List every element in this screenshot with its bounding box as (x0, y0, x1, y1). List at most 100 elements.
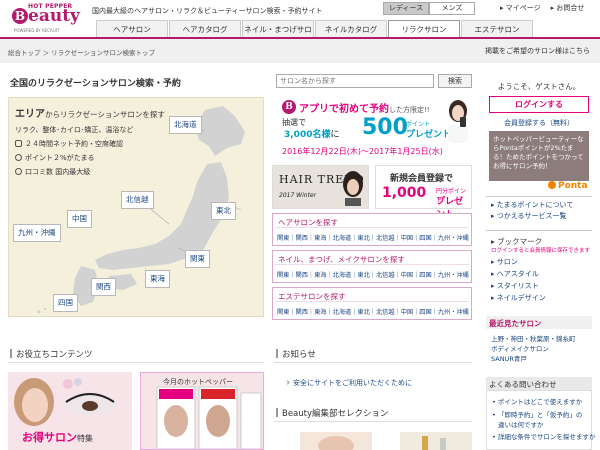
recent-salon-1[interactable]: ボディメイクサロン (491, 343, 549, 353)
otoku-salon-label: お得サロン特集 (22, 431, 93, 444)
nav-tab-hair[interactable]: ヘアサロン (96, 20, 168, 38)
divider (486, 196, 592, 197)
region-tohoku[interactable]: 東北 (211, 202, 236, 220)
faq-item[interactable]: • 詳細な条件でサロンを探せますか (492, 431, 595, 441)
region-chugoku[interactable]: 中国 (67, 210, 92, 228)
feature-points: ポイント２%がたまる (15, 153, 94, 163)
divider (275, 227, 469, 228)
utility-links: ▸ マイページ ▸ お問合せ (500, 3, 584, 13)
bookmark-note: ログインすると会員情報に保存できます (491, 248, 591, 254)
app-promo-banner[interactable]: B アプリで初めて予約した方限定!! 抽選で 3,000名様に 500 ポイント… (272, 97, 472, 161)
divider (8, 362, 264, 363)
nav-tab-relax[interactable]: リラクサロン (388, 20, 460, 38)
hair-model-icon (343, 171, 363, 206)
nav-tab-hair-catalog[interactable]: ヘアカタログ (169, 20, 241, 38)
nail-salon-search-box: ネイル、まつげ、メイクサロンを探す 関東｜関西｜東海｜北海道｜東北｜北信越｜中国… (272, 250, 472, 283)
main-nav: ヘアサロン ヘアカタログ ネイル・まつげサロン ネイルカタログ リラクサロン エ… (96, 20, 534, 51)
monitor-icon (15, 140, 22, 147)
breadcrumb-bar: 総合トップ ＞ リラクゼーションサロン検索トップ 掲載をご希望のサロン様はこちら (0, 39, 600, 63)
editorial-selection-title: Beauty編集部セレクション (276, 407, 389, 419)
region-kyushu-okinawa[interactable]: 九州・沖縄 (13, 224, 61, 242)
page-title: 全国のリラクゼーションサロン検索・予約 (10, 79, 181, 89)
breadcrumb[interactable]: 総合トップ ＞ リラクゼーションサロン検索トップ (8, 47, 155, 57)
logo-powered-by: POWERED BY RECRUIT (14, 28, 60, 33)
region-kanto[interactable]: 関東 (185, 250, 210, 268)
feature-reviews: 口コミ数 国内最大級 (15, 167, 90, 177)
welcome-text: ようこそ、ゲストさん。 (497, 82, 581, 91)
selection-thumbnail-1[interactable] (300, 432, 372, 450)
salon-search-input[interactable] (276, 74, 434, 88)
recent-salon-area[interactable]: 上野・神田・秋葉原・錦糸町 (491, 333, 576, 343)
gender-tabs: レディース メンズ (383, 2, 475, 15)
nail-salon-area-links[interactable]: 関東｜関西｜東海｜北海道｜東北｜北信越｜中国｜四国｜九州・沖縄 (277, 270, 469, 279)
points-info-link[interactable]: ▸ たまるポイントについて (491, 200, 573, 210)
useful-contents-title: お役立ちコンテンツ (10, 348, 93, 360)
news-title: お知らせ (276, 348, 316, 360)
selection-thumbnail-2[interactable] (400, 432, 472, 450)
ponta-promo[interactable]: ホットペッパービューティーならPontaポイントが2%たまる！ためたポイントをつ… (489, 131, 589, 181)
app-b-icon: B (282, 100, 296, 114)
login-button[interactable]: ログインする (489, 96, 589, 113)
nav-tab-nail-eyelash[interactable]: ネイル・まつげサロン (242, 20, 314, 51)
faq-item-cont[interactable]: 違いは何ですか (498, 419, 544, 429)
ponta-icon (548, 181, 556, 189)
region-tokai[interactable]: 東海 (145, 270, 170, 288)
region-kansai[interactable]: 関西 (91, 278, 116, 296)
services-list-link[interactable]: ▸ つかえるサービス一覧 (491, 211, 567, 221)
ponta-logo: Ponta (548, 181, 588, 191)
news-item[interactable]: 安全にサイトをご利用いただくために (285, 378, 412, 388)
region-hokushinetsu[interactable]: 北信越 (121, 191, 154, 209)
logo-beauty-word: eauty (28, 6, 80, 26)
hair-trend-subtitle: 2017 Winter (279, 192, 317, 199)
member-signup-amount: 1,000 (382, 185, 427, 201)
register-link[interactable]: 会員登録する（無料） (486, 118, 592, 128)
region-hokkaido[interactable]: 北海道 (169, 116, 202, 134)
hair-salon-search-box: ヘアサロンを探す 関東｜関西｜東海｜北海道｜東北｜北信越｜中国｜四国｜九州・沖縄 (272, 213, 472, 246)
listing-request-link[interactable]: 掲載をご希望のサロン様はこちら (485, 46, 590, 56)
divider (274, 421, 472, 422)
bookmark-hairstyle-link[interactable]: ▸ ヘアスタイル (491, 269, 539, 279)
divider (486, 230, 592, 231)
search-button[interactable]: 検索 (438, 74, 472, 88)
divider (275, 301, 469, 302)
recent-salon-2[interactable]: SANUR青戸 (491, 353, 527, 363)
point-icon (15, 154, 22, 161)
bookmark-stylist-link[interactable]: ▸ スタイリスト (491, 281, 539, 291)
hotpepper-magazine-banner[interactable]: 今月のホットペッパー (140, 372, 264, 450)
hair-trend-banner[interactable]: HAIR TREND 2017 Winter (272, 165, 369, 209)
area-heading: エリアからリラクゼーションサロンを探す (15, 109, 165, 120)
beauty-photo-icon (14, 378, 116, 426)
nav-tab-nail-catalog[interactable]: ネイルカタログ (315, 20, 387, 38)
member-signup-text: 新規会員登録で (390, 174, 454, 184)
faq-item[interactable]: • 「即時予約」と「仮予約」の (492, 409, 582, 419)
chevron-right-icon (285, 380, 290, 385)
tab-mens[interactable]: メンズ (429, 2, 475, 15)
tab-ladies[interactable]: レディース (383, 2, 429, 15)
app-promo-amount: 500 (362, 115, 408, 140)
contact-link[interactable]: ▸ お問合せ (551, 3, 585, 13)
bookmark-salon-link[interactable]: ▸ サロン (491, 257, 518, 267)
member-signup-banner[interactable]: 新規会員登録で 1,000 円分ポイント プレゼント (375, 165, 472, 220)
divider (274, 362, 472, 363)
site-tagline: 国内最大級のヘアサロン・リラク＆ビューティーサロン検索・予約サイト (92, 7, 323, 15)
mypage-link[interactable]: ▸ マイページ (500, 3, 541, 13)
beauty-logo[interactable]: HOT PEPPER B eauty POWERED BY RECRUIT (6, 3, 86, 35)
otoku-salon-banner[interactable]: お得サロン特集 (8, 372, 132, 450)
faq-item[interactable]: • ポイントはどこで使えますか (492, 396, 582, 406)
feature-24h-booking: ２４時間ネット予約・空席確認 (15, 139, 123, 149)
esthe-salon-area-links[interactable]: 関東｜関西｜東海｜北海道｜東北｜北信越｜中国｜四国｜九州・沖縄 (277, 307, 469, 316)
comment-icon (15, 168, 22, 175)
region-shikoku[interactable]: 四国 (53, 294, 78, 312)
divider (275, 264, 469, 265)
app-promo-count: 3,000名様に (284, 130, 340, 140)
header: HOT PEPPER B eauty POWERED BY RECRUIT 国内… (0, 0, 600, 51)
model-photo-icon (448, 100, 468, 143)
recent-salons-title: 最近見たサロン (486, 316, 592, 329)
area-search-box: エリアからリラクゼーションサロンを探す リラク、整体･カイロ･矯正、温浴など ２… (8, 97, 264, 317)
hair-salon-area-links[interactable]: 関東｜関西｜東海｜北海道｜東北｜北信越｜中国｜四国｜九州・沖縄 (277, 233, 469, 242)
nav-tab-esthe[interactable]: エステサロン (461, 20, 533, 38)
magazine-title: 今月のホットペッパー (163, 378, 233, 386)
bookmark-nail-design-link[interactable]: ▸ ネイルデザイン (491, 293, 546, 303)
faq-box: • ポイントはどこで使えますか • 「即時予約」と「仮予約」の 違いは何ですか … (486, 390, 595, 450)
feature-categories: リラク、整体･カイロ･矯正、温浴など (15, 126, 134, 134)
